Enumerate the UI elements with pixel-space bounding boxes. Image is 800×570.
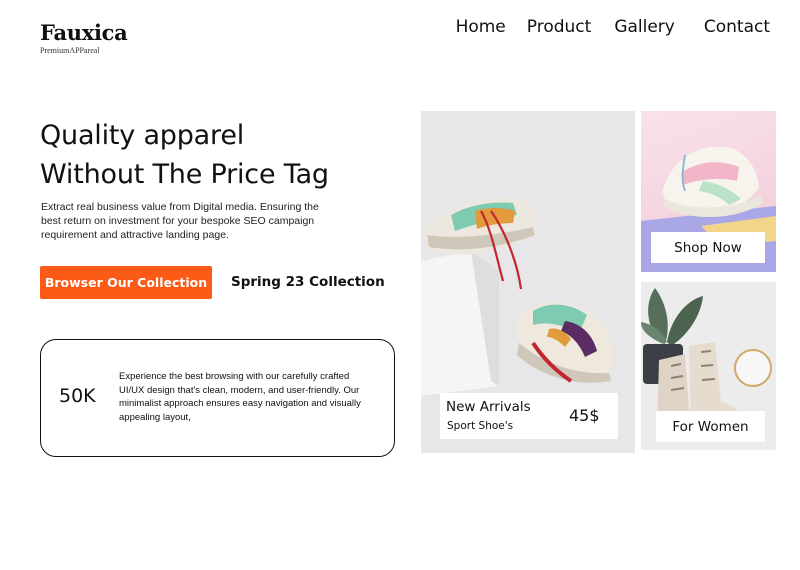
- new-arrivals-subtitle: Sport Shoe's: [447, 420, 514, 432]
- shop-now-button[interactable]: Shop Now: [651, 232, 765, 263]
- nav-product-link[interactable]: Product: [527, 17, 592, 37]
- hero-title-line2: Without The Price Tag: [40, 159, 329, 190]
- hero-description: Extract real business value from Digital…: [41, 201, 319, 241]
- new-arrivals-title: New Arrivals: [446, 399, 531, 415]
- hero-title-line1: Quality apparel: [40, 120, 245, 151]
- for-women-button[interactable]: For Women: [656, 411, 765, 442]
- brand-tagline: PremiumAPPareal: [40, 46, 100, 55]
- nav-gallery-link[interactable]: Gallery: [614, 17, 675, 37]
- nav-home-link[interactable]: Home: [456, 17, 506, 37]
- hero-title: Quality apparel Without The Price Tag: [40, 116, 329, 194]
- browse-collection-button[interactable]: Browser Our Collection: [40, 266, 212, 299]
- season-collection-link[interactable]: Spring 23 Collection: [231, 274, 385, 290]
- new-arrivals-price: 45$: [569, 406, 600, 425]
- stat-card: 50K Experience the best browsing with ou…: [40, 339, 395, 457]
- new-arrivals-card[interactable]: New Arrivals Sport Shoe's 45$: [440, 393, 618, 439]
- stat-description: Experience the best browsing with our ca…: [119, 371, 361, 423]
- brand-name: Fauxica: [40, 20, 128, 45]
- main-nav: Home Product Gallery Contact: [456, 17, 770, 37]
- brand-logo[interactable]: Fauxica PremiumAPPareal: [40, 20, 128, 55]
- stat-value: 50K: [59, 385, 96, 407]
- nav-contact-link[interactable]: Contact: [704, 17, 770, 37]
